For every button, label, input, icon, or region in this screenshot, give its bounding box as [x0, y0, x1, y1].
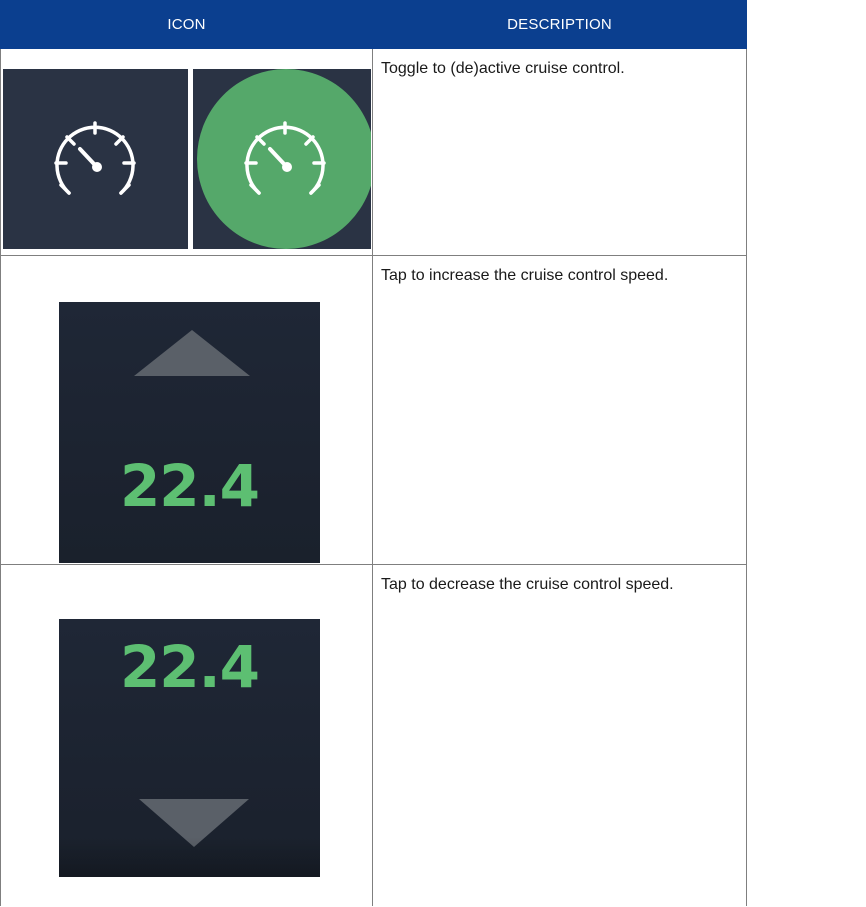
cruise-control-toggle-images — [3, 69, 371, 249]
icon-cell-increase-speed: 22.4 — [0, 255, 373, 565]
description-cell: Tap to decrease the cruise control speed… — [372, 564, 747, 906]
speed-value: 22.4 — [119, 633, 260, 701]
speedometer-icon — [237, 115, 333, 205]
speedometer-icon — [47, 115, 143, 205]
description-text: Tap to decrease the cruise control speed… — [381, 576, 674, 593]
description-text: Toggle to (de)active cruise control. — [381, 60, 625, 77]
tile-shade — [59, 837, 320, 877]
description-text: Tap to increase the cruise control speed… — [381, 267, 669, 284]
header-icon: ICON — [0, 0, 373, 49]
speed-value: 22.4 — [119, 452, 260, 520]
icon-cell-decrease-speed: 22.4 — [0, 564, 373, 906]
description-cell: Tap to increase the cruise control speed… — [372, 255, 747, 565]
icon-description-table: ICON DESCRIPTION Toggle to (de)active cr… — [0, 0, 747, 906]
cruise-control-active-button[interactable] — [193, 69, 371, 249]
description-cell: Toggle to (de)active cruise control. — [372, 48, 747, 256]
decrease-speed-button[interactable]: 22.4 — [59, 619, 320, 877]
table-row: Toggle to (de)active cruise control. — [0, 48, 747, 256]
cruise-control-inactive-button[interactable] — [3, 69, 188, 249]
table-row: 22.4 Tap to decrease the cruise control … — [0, 564, 747, 906]
table-header-row: ICON DESCRIPTION — [0, 0, 747, 49]
table-row: 22.4 Tap to increase the cruise control … — [0, 255, 747, 565]
arrow-up-icon — [134, 330, 250, 376]
icon-cell-cruise-toggle — [0, 48, 373, 256]
increase-speed-button[interactable]: 22.4 — [59, 302, 320, 563]
header-description: DESCRIPTION — [372, 0, 747, 49]
